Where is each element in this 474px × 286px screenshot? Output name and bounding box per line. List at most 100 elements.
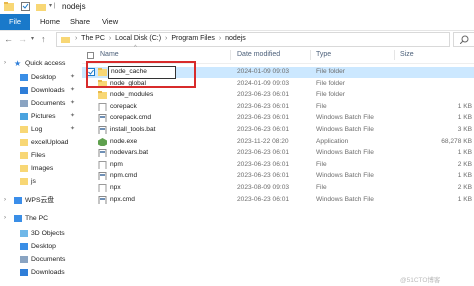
file-type: Windows Batch File	[316, 149, 374, 157]
breadcrumb-separator: ›	[75, 35, 78, 42]
expand-chevron-icon[interactable]: ›	[4, 57, 6, 70]
column-size[interactable]: Size	[400, 51, 414, 58]
breadcrumb-item[interactable]: Local Disk (C:)	[115, 35, 161, 42]
sidebar-item-excelupload[interactable]: excelUpload	[0, 136, 78, 149]
folder-icon	[20, 165, 28, 172]
sidebar-item-label: Desktop	[31, 243, 56, 250]
cloud-icon	[14, 197, 22, 204]
folder-icon	[98, 91, 107, 100]
customize-quick-access-icon[interactable]: ▾ |	[49, 2, 55, 11]
tab-file[interactable]: File	[0, 14, 30, 30]
sidebar-item-quick-access[interactable]: › ★ Quick access	[0, 57, 78, 70]
file-type: File	[316, 102, 327, 110]
pin-icon: ✦	[70, 126, 76, 132]
table-row[interactable]: npm.cmd 2023-06-23 06:01 Windows Batch Fil…	[82, 171, 474, 182]
file-icon	[98, 160, 107, 169]
expand-chevron-icon[interactable]: ›	[4, 212, 6, 225]
desktop-icon	[20, 243, 28, 250]
up-arrow-icon[interactable]: ↑	[41, 33, 46, 45]
ribbon: File Home Share View	[0, 14, 474, 31]
sidebar-item-images[interactable]: Images	[0, 162, 78, 175]
sidebar-item-downloads[interactable]: Downloads ✦	[0, 84, 78, 97]
sidebar-item-wps[interactable]: › WPS云盘	[0, 194, 78, 207]
sidebar-item-documents[interactable]: Documents ✦	[0, 97, 78, 110]
batch-icon	[98, 172, 107, 181]
batch-icon	[98, 114, 107, 123]
sidebar-item-label: WPS云盘	[25, 197, 55, 204]
sidebar-item-downloads[interactable]: Downloads	[0, 266, 78, 279]
file-size: 2 KB	[457, 184, 472, 191]
forward-arrow-icon[interactable]: →	[18, 33, 27, 45]
sidebar-item-label: Files	[31, 152, 46, 159]
file-type: File folder	[316, 91, 345, 99]
file-date: 2023-11-22 08:20	[237, 137, 289, 145]
file-icon	[98, 184, 107, 192]
picture-icon	[20, 113, 28, 120]
node-icon	[98, 137, 107, 146]
file-name: corepack.cmd	[110, 114, 152, 122]
file-size: 3 KB	[457, 126, 472, 133]
tab-home[interactable]: Home	[40, 14, 60, 30]
sidebar-item-3d-objects[interactable]: 3D Objects	[0, 227, 78, 240]
table-row[interactable]: install_tools.bat 2023-06-23 06:01 Windows…	[82, 125, 474, 136]
table-row[interactable]: node.exe 2023-11-22 08:20 Application 68,27…	[82, 137, 474, 148]
file-name: npx.cmd	[110, 195, 135, 203]
properties-icon[interactable]	[21, 2, 30, 11]
folder-icon	[20, 152, 28, 159]
title-bar: ▾ | nodejs	[0, 0, 474, 14]
breadcrumb-item[interactable]: The PC	[81, 35, 105, 42]
table-row[interactable]: corepack.cmd 2023-06-23 06:01 Windows Batc…	[82, 113, 474, 124]
desktop-icon	[20, 74, 28, 81]
sidebar-item-desktop[interactable]: Desktop ✦	[0, 71, 78, 84]
column-date-modified[interactable]: Date modified	[237, 51, 280, 58]
tab-view[interactable]: View	[102, 14, 118, 30]
file-type: File folder	[316, 68, 345, 75]
sidebar-item-label: Log	[31, 126, 43, 133]
search-input[interactable]	[453, 32, 474, 47]
table-row[interactable]: npx 2023-08-09 09:03 File 2 KB	[82, 183, 474, 194]
sidebar-item-documents[interactable]: Documents	[0, 253, 78, 266]
window-title: nodejs	[62, 2, 86, 11]
address-bar[interactable]: › The PC › Local Disk (C:) › Program Fil…	[56, 32, 450, 47]
folder-icon	[4, 2, 14, 11]
back-arrow-icon[interactable]: ←	[4, 33, 13, 45]
table-row[interactable]: npm 2023-06-23 06:01 File 2 KB	[82, 160, 474, 171]
sidebar-item-label: Documents	[31, 100, 66, 107]
sidebar-item-pictures[interactable]: Pictures ✦	[0, 110, 78, 123]
breadcrumb-item[interactable]: Program Files	[171, 35, 215, 42]
select-all-checkbox[interactable]	[87, 52, 94, 59]
recent-locations-icon[interactable]: ▾	[31, 33, 34, 45]
document-icon	[20, 256, 28, 263]
sidebar-item-desktop[interactable]: Desktop	[0, 240, 78, 253]
file-type: File folder	[316, 79, 345, 87]
folder-icon	[20, 178, 28, 185]
table-row[interactable]: node_modules 2023-06-23 06:01 File folder	[82, 90, 474, 101]
file-size: 1 KB	[457, 114, 472, 122]
breadcrumb-separator: ›	[218, 35, 222, 42]
sidebar-item-log[interactable]: Log ✦	[0, 123, 78, 136]
navigation-pane: › ★ Quick access Desktop ✦ Downloads ✦ Document…	[0, 52, 78, 286]
column-name[interactable]: Name	[100, 51, 119, 58]
breadcrumb-item[interactable]: nodejs	[225, 35, 246, 42]
pin-icon: ✦	[70, 113, 76, 119]
file-date: 2023-06-23 06:01	[237, 172, 290, 180]
file-type: Windows Batch File	[316, 114, 374, 122]
sidebar-item-label: Quick access	[25, 60, 66, 67]
new-folder-icon[interactable]	[36, 2, 46, 11]
file-date: 2023-06-23 06:01	[237, 91, 290, 99]
highlight-annotation	[86, 61, 196, 88]
download-icon	[20, 269, 28, 276]
sidebar-item-js[interactable]: js	[0, 175, 78, 188]
table-row[interactable]: nodevars.bat 2023-06-23 06:01 Windows Batc…	[82, 148, 474, 159]
sidebar-item-files[interactable]: Files	[0, 149, 78, 162]
tab-share[interactable]: Share	[70, 14, 90, 30]
table-row[interactable]: corepack 2023-06-23 06:01 File 1 KB	[82, 102, 474, 113]
expand-chevron-icon[interactable]: ›	[4, 194, 6, 207]
batch-icon	[98, 126, 107, 134]
column-type[interactable]: Type	[316, 51, 331, 58]
sidebar-item-the-pc[interactable]: › The PC	[0, 212, 78, 225]
sidebar-item-label: excelUpload	[31, 139, 69, 146]
table-row[interactable]: npx.cmd 2023-06-23 06:01 Windows Batch Fil…	[82, 195, 474, 206]
file-size: 1 KB	[457, 195, 472, 203]
pin-icon: ✦	[70, 74, 76, 80]
